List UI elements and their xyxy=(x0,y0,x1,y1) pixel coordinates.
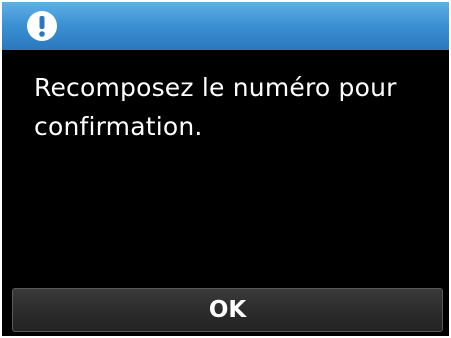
ok-button[interactable]: OK xyxy=(12,288,443,332)
dialog-message: Recomposez le numéro pour confirmation. xyxy=(34,73,397,141)
printer-lcd-screen: Recomposez le numéro pour confirmation. … xyxy=(2,2,449,336)
exclamation-alert-icon xyxy=(27,11,57,41)
ok-button-label: OK xyxy=(208,297,247,323)
title-bar xyxy=(2,2,449,50)
